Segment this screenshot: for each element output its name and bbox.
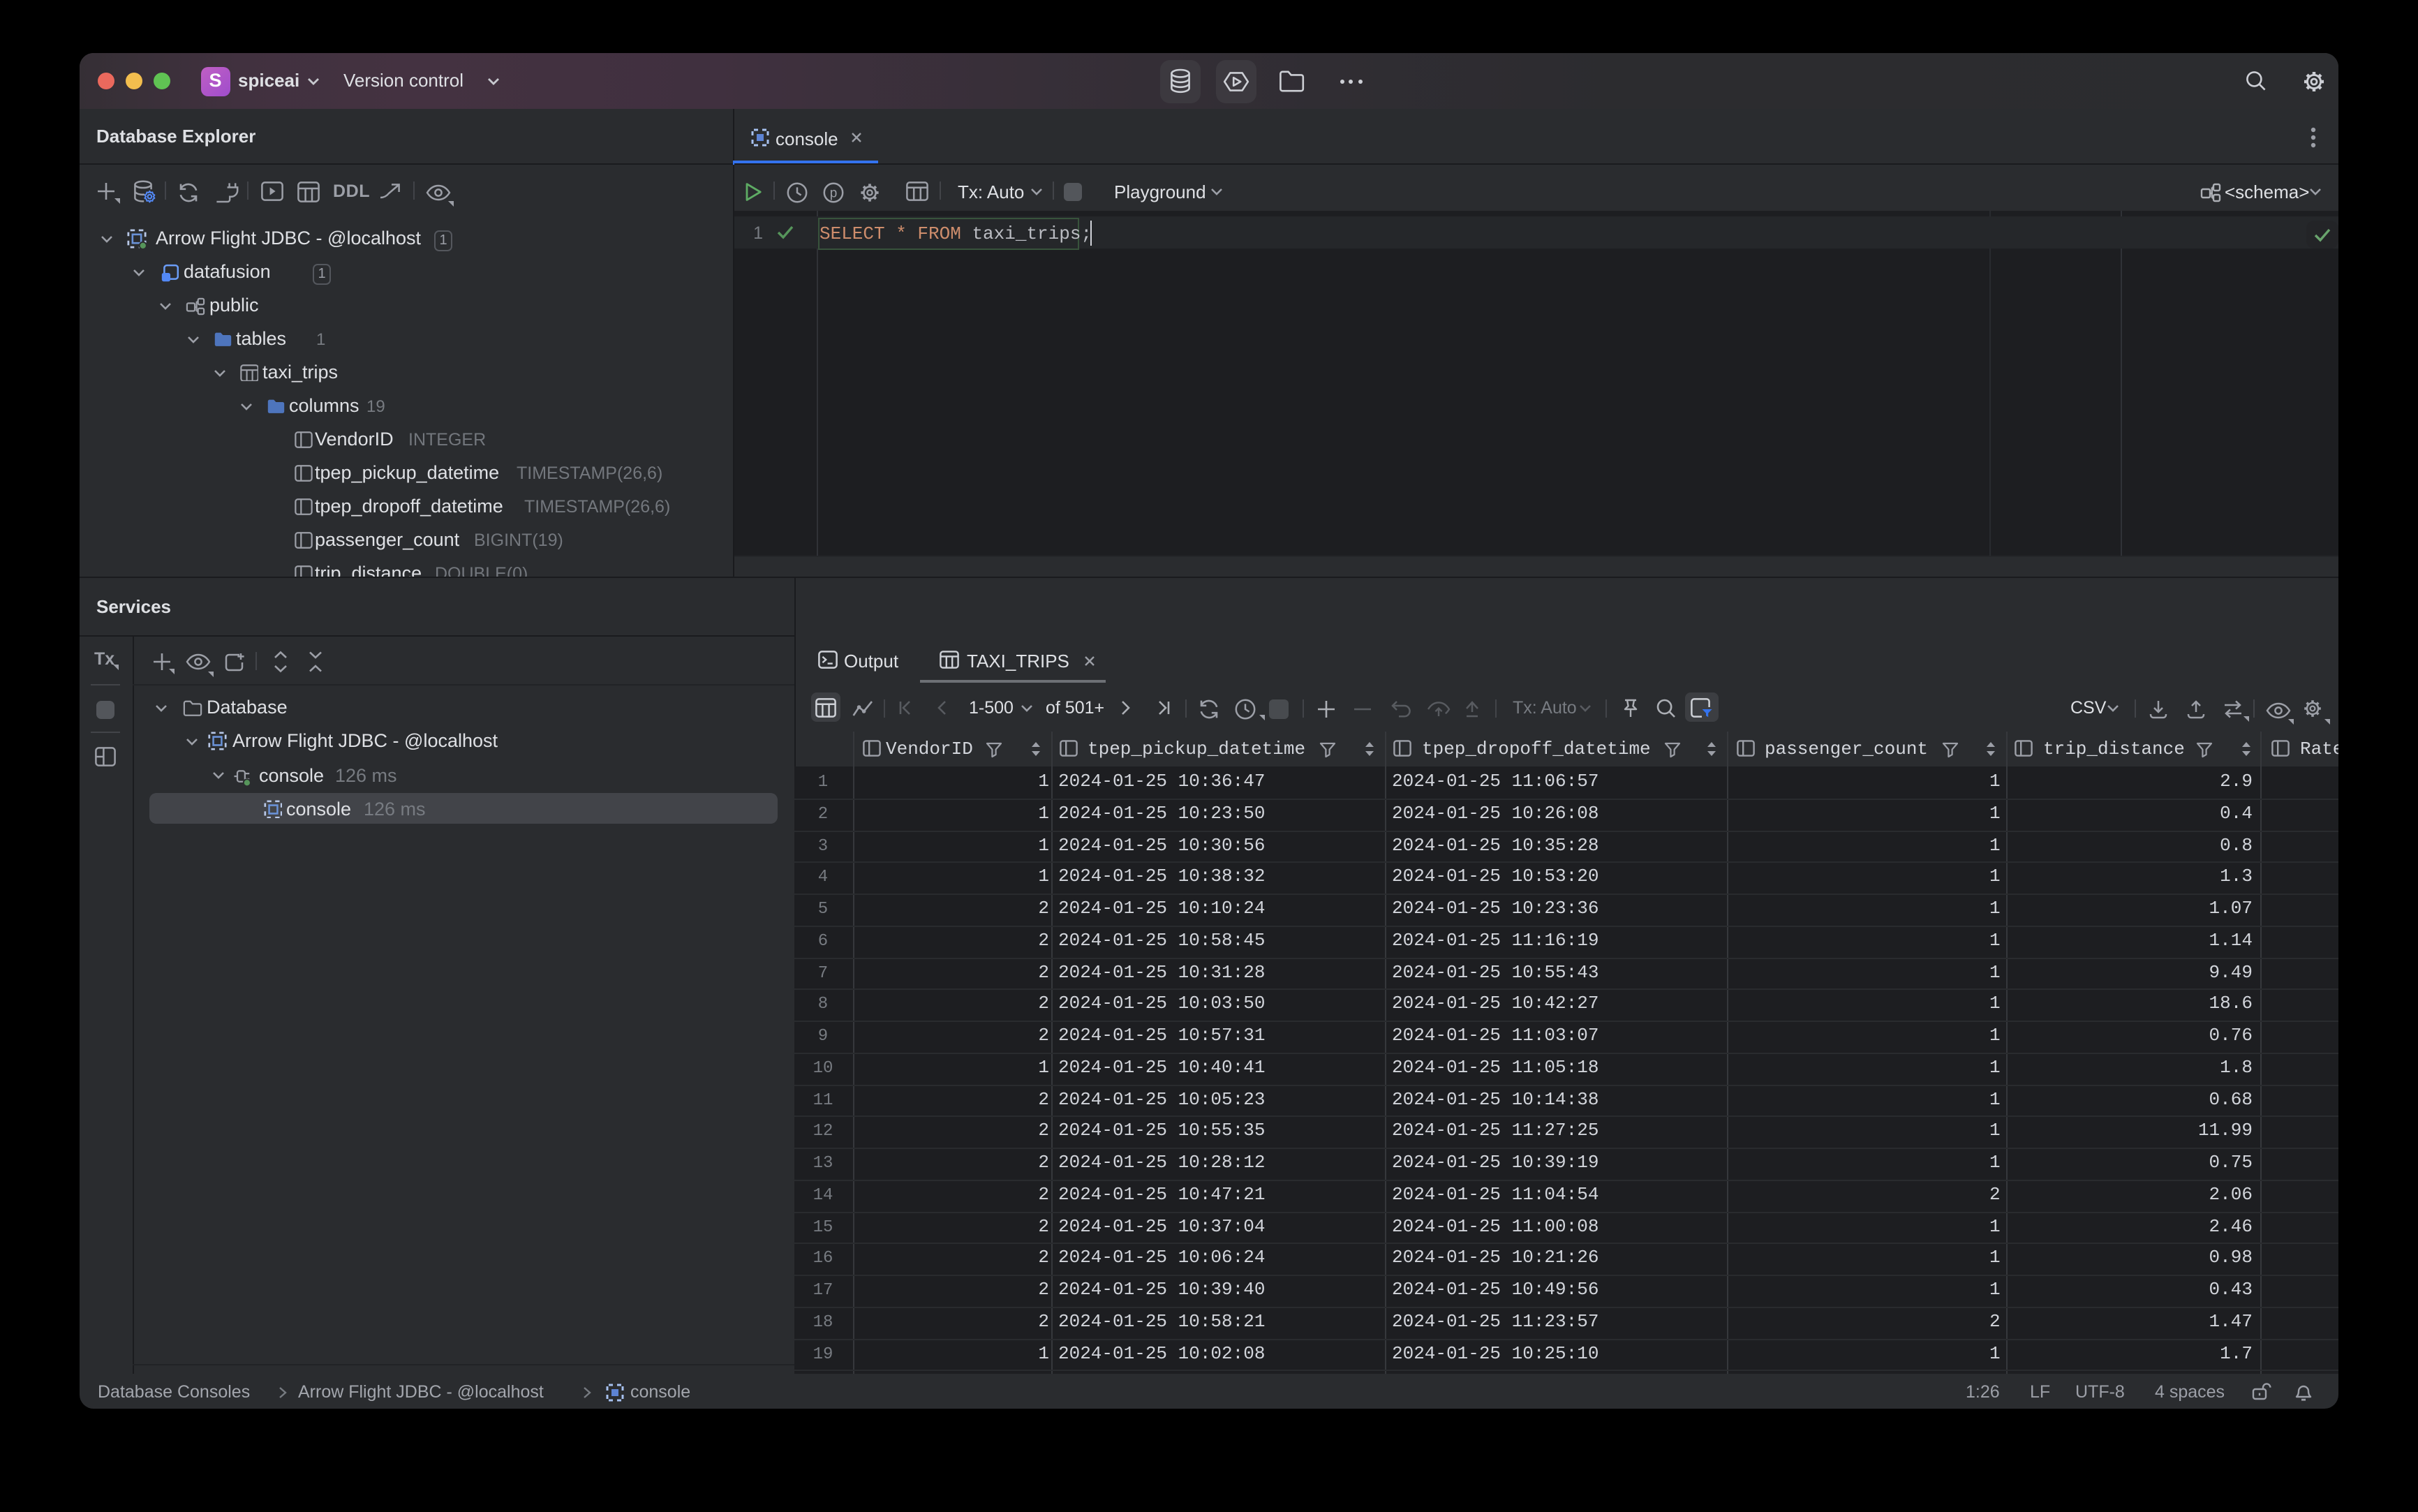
- svg-text:p: p: [830, 185, 838, 200]
